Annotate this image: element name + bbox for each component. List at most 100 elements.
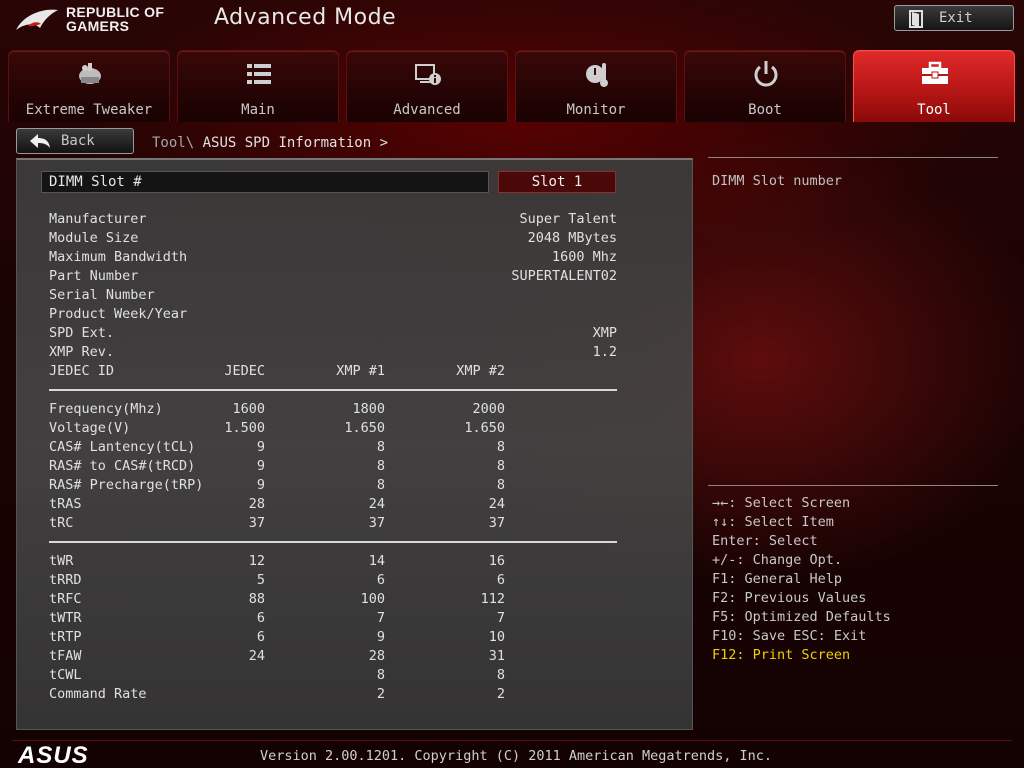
timing-xmp2: 37 [488,515,505,531]
tab-advanced[interactable]: Advanced [346,50,508,122]
timing-label: RAS# to CAS#(tRCD) [49,458,196,474]
timing-xmp2: 112 [480,591,505,607]
timing-label: Frequency(Mhz) [49,401,163,417]
logo-line1: REPUBLIC OF [66,4,165,20]
timing-label: RAS# Precharge(tRP) [49,477,204,493]
tab-label: Boot [748,102,782,118]
timing-label: tWTR [49,610,82,626]
info-label: Part Number [49,268,139,284]
timing-xmp1: 37 [368,515,385,531]
timing-xmp1: 8 [376,439,385,455]
timing-jedec: 12 [248,553,265,569]
timing-header-row: JEDEC ID JEDEC XMP #1 XMP #2 [49,362,617,381]
exit-door-icon [909,10,923,28]
column-header-xmp1: XMP #1 [336,363,385,379]
timing-row: CAS# Lantency(tCL) 9 8 8 [49,438,617,457]
timing-label: tRC [49,515,74,531]
timing-xmp2: 24 [488,496,505,512]
timing-xmp1: 7 [376,610,385,626]
timing-label: tWR [49,553,74,569]
timing-jedec: 9 [256,458,265,474]
timing-label: Voltage(V) [49,420,131,436]
timing-xmp2: 16 [488,553,505,569]
timing-jedec: 6 [256,629,265,645]
tab-label: Advanced [393,102,461,118]
timing-label: tRTP [49,629,82,645]
timing-label: CAS# Lantency(tCL) [49,439,196,455]
info-value: XMP [592,325,617,341]
timing-xmp1: 1800 [352,401,385,417]
info-value: SUPERTALENT02 [511,268,617,284]
timing-xmp1: 8 [376,458,385,474]
timing-xmp1: 9 [376,629,385,645]
back-arrow-icon [30,134,50,148]
timing-row: tRC 37 37 37 [49,514,617,533]
tab-tool[interactable]: Tool [853,50,1015,122]
tab-label: Main [241,102,275,118]
spd-info-panel: DIMM Slot # Slot 1 Manufacturer Super Tal… [16,158,693,730]
timing-xmp1: 8 [376,477,385,493]
timing-label: Command Rate [49,686,147,702]
timing-jedec: 9 [256,439,265,455]
tab-extreme-tweaker[interactable]: Extreme Tweaker [8,50,170,122]
timing-row: tWR 12 14 16 [49,552,617,571]
timing-label: tFAW [49,648,82,664]
key-hint: F2: Previous Values [712,590,867,606]
timing-row: Voltage(V) 1.500 1.650 1.650 [49,419,617,438]
advanced-icon [415,64,441,85]
timing-row: Command Rate 2 2 [49,685,617,704]
info-label: Maximum Bandwidth [49,249,188,265]
toolbox-icon [922,61,948,84]
info-row: Part Number SUPERTALENT02 [49,267,617,286]
breadcrumb-path[interactable]: Tool\ [152,135,194,151]
monitor-icon [586,63,608,87]
timing-row: tRTP 6 9 10 [49,628,617,647]
timing-row: tRRD 5 6 6 [49,571,617,590]
timing-xmp1: 6 [376,572,385,588]
dimm-slot-select[interactable]: Slot 1 [498,171,616,193]
rog-eye-icon [16,9,58,30]
timing-jedec: 37 [248,515,265,531]
divider [49,541,617,543]
timing-xmp2: 8 [496,439,505,455]
tab-label: Monitor [566,102,626,118]
keys-divider [708,485,998,486]
footer-divider [12,740,1012,741]
timing-xmp1: 28 [368,648,385,664]
timing-row: RAS# Precharge(tRP) 9 8 8 [49,476,617,495]
timing-xmp2: 8 [496,477,505,493]
timing-row: tRFC 88 100 112 [49,590,617,609]
timing-xmp2: 1.650 [464,420,505,436]
key-hint: +/-: Change Opt. [712,552,843,568]
timing-xmp1: 24 [368,496,385,512]
list-icon [247,64,271,84]
info-row: Module Size 2048 MBytes [49,229,617,248]
key-hint: ↑↓: Select Item [712,514,834,530]
back-label: Back [61,133,95,149]
version-text: Version 2.00.1201. Copyright (C) 2011 Am… [260,748,773,764]
timing-label: tCWL [49,667,82,683]
timing-row: tRAS 28 24 24 [49,495,617,514]
info-row: Maximum Bandwidth 1600 Mhz [49,248,617,267]
logo-line2: GAMERS [66,18,130,34]
timing-jedec: 28 [248,496,265,512]
info-value: 2048 MBytes [527,230,617,246]
back-button[interactable]: Back [16,128,134,154]
tab-main[interactable]: Main [177,50,339,122]
info-label: Manufacturer [49,211,147,227]
exit-button[interactable]: Exit [894,5,1014,31]
timing-xmp2: 6 [496,572,505,588]
breadcrumb: Tool\ ASUS SPD Information > [152,135,388,151]
key-hint: F10: Save ESC: Exit [712,628,867,644]
info-row: XMP Rev. 1.2 [49,343,617,362]
header: REPUBLIC OF GAMERS Advanced Mode Exit [0,0,1024,44]
tab-boot[interactable]: Boot [684,50,846,122]
info-label: Product Week/Year [49,306,188,322]
dimm-slot-row[interactable]: DIMM Slot # [41,171,489,193]
key-hint: →←: Select Screen [712,495,851,511]
key-hint: F5: Optimized Defaults [712,609,891,625]
tab-monitor[interactable]: Monitor [515,50,677,122]
timing-xmp1: 14 [368,553,385,569]
timing-jedec: 5 [256,572,265,588]
info-row: Serial Number [49,286,617,305]
